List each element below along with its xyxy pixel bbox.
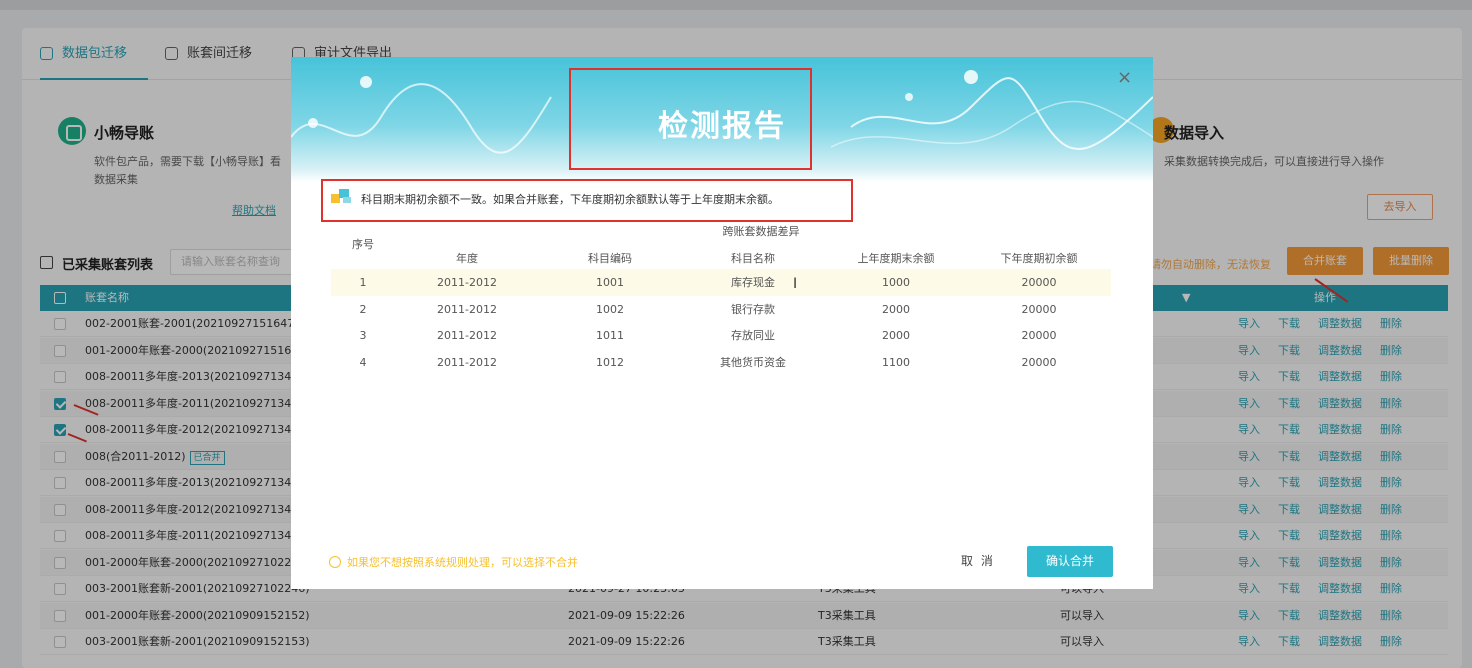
year-cell: 2011-2012 [437,276,497,289]
year-cell: 2011-2012 [437,302,497,316]
code-cell: 1002 [596,302,624,316]
group-header: 跨账套数据差异 [722,225,800,238]
prev-end-cell: 1000 [882,276,910,289]
report-row: 1 2011-2012 1001 库存现金 1000 20000 [331,269,1111,296]
merge-hint: 如果您不想按照系统规则处理，可以选择不合并 [329,554,578,570]
col-year: 年度 [456,252,478,265]
prev-end-cell: 1100 [882,355,910,369]
close-icon[interactable]: × [1117,67,1132,88]
col-prev-end: 上年度期末余额 [857,252,935,265]
report-row: 3 2011-2012 1011 存放同业 2000 20000 [331,322,1111,349]
cancel-button[interactable]: 取 消 [961,552,995,569]
report-row: 2 2011-2012 1002 银行存款 2000 20000 [331,296,1111,323]
annotation-box [321,179,853,222]
code-cell: 1001 [596,276,624,289]
col-seq: 序号 [352,238,374,251]
year-cell: 2011-2012 [437,355,497,369]
next-begin-cell: 20000 [1021,329,1057,342]
seq-cell: 2 [359,302,367,316]
col-code: 科目编码 [588,252,632,265]
seq-cell: 3 [359,329,367,342]
detection-report-modal: 检测报告 × 科目期末期初余额不一致。如果合并账套，下年度期初余额默认等于上年度… [291,57,1153,589]
code-cell: 1011 [596,329,624,342]
code-cell: 1012 [596,355,624,369]
prev-end-cell: 2000 [882,302,910,316]
hint-text: 如果您不想按照系统规则处理，可以选择不合并 [347,556,578,569]
col-next-begin: 下年度期初余额 [1000,252,1078,265]
year-cell: 2011-2012 [437,329,497,342]
col-subject: 科目名称 [731,252,775,265]
info-icon [329,556,341,568]
annotation-box [569,68,812,170]
confirm-merge-button[interactable]: 确认合并 [1027,546,1113,577]
text-cursor: I [793,276,798,292]
next-begin-cell: 20000 [1021,302,1057,316]
prev-end-cell: 2000 [882,329,910,342]
subject-cell: 存放同业 [731,329,775,342]
subject-cell: 库存现金 [731,276,775,289]
next-begin-cell: 20000 [1021,276,1057,289]
next-begin-cell: 20000 [1021,355,1057,369]
report-row: 4 2011-2012 1012 其他货币资金 1100 20000 [331,349,1111,376]
subject-cell: 银行存款 [731,302,775,316]
subject-cell: 其他货币资金 [720,355,786,369]
seq-cell: 4 [359,355,367,369]
seq-cell: 1 [359,276,367,289]
